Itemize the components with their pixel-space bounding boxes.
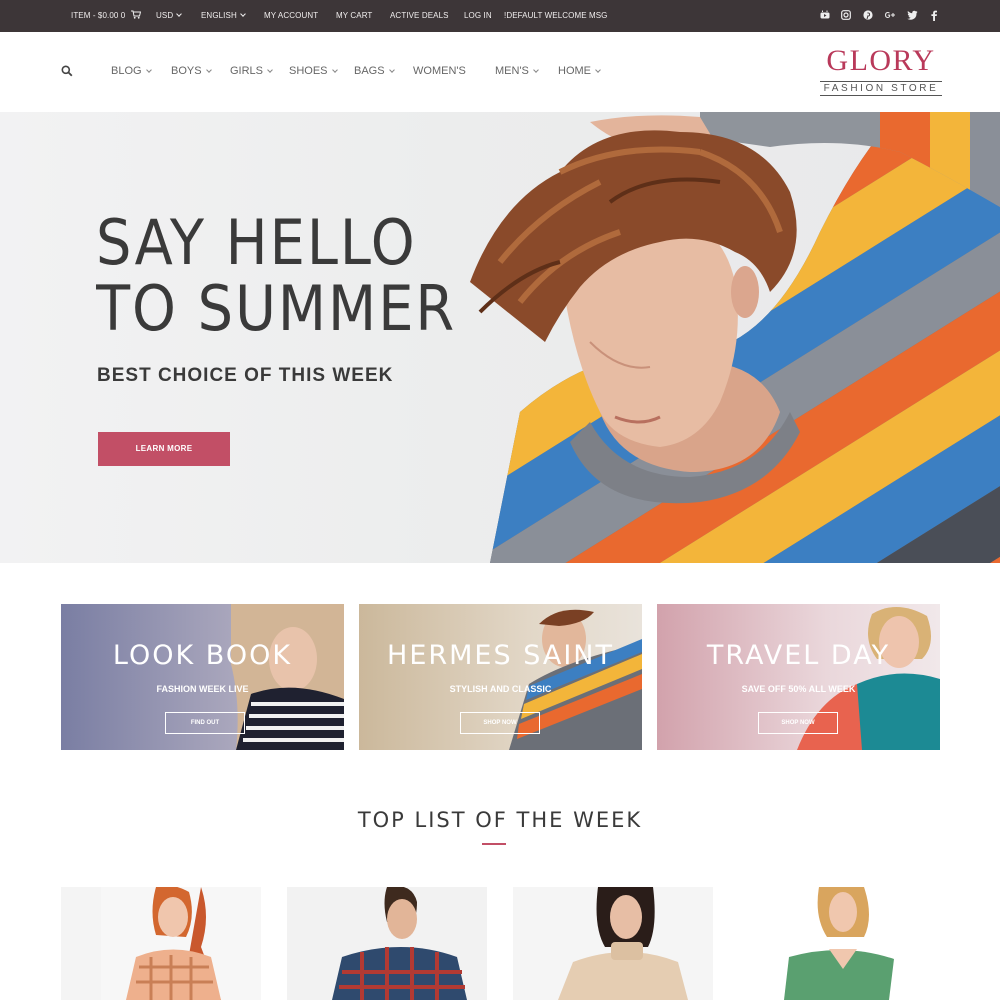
logo-title: GLORY: [826, 44, 936, 77]
hero-title-line-2: TO SUMMER: [96, 272, 457, 342]
currency-label: USD: [156, 11, 174, 20]
welcome-message: !DEFAULT WELCOME MSG: [504, 11, 608, 20]
nav-item-label: BLOG: [111, 65, 142, 77]
hero-title: SAY HELLO TO SUMMER: [96, 210, 516, 342]
nav-item-label: HOME: [558, 65, 591, 77]
nav-item-label: WOMEN'S: [413, 65, 466, 77]
promo-banner-look-book[interactable]: LOOK BOOK FASHION WEEK LIVE FIND OUT: [61, 604, 344, 750]
product-image: [101, 887, 261, 1000]
chevron-down-icon: [145, 67, 152, 73]
promo-banner-hermes-saint[interactable]: HERMES SAINT STYLISH AND CLASSIC SHOP NO…: [359, 604, 642, 750]
hero-subtitle: BEST CHOICE OF THIS WEEK: [97, 365, 394, 386]
product-image: [287, 887, 487, 1000]
product-image: [513, 887, 713, 1000]
login-link[interactable]: LOG IN: [464, 0, 492, 32]
product-card[interactable]: [287, 887, 487, 1000]
facebook-icon[interactable]: [927, 8, 941, 22]
language-label: ENGLISH: [201, 11, 237, 20]
nav-item-bags[interactable]: BAGS: [354, 62, 395, 80]
my-account-link[interactable]: MY ACCOUNT: [264, 0, 318, 32]
promo-banner-travel-day[interactable]: TRAVEL DAY SAVE OFF 50% ALL WEEK SHOP NO…: [657, 604, 940, 750]
banner-subtitle: FASHION WEEK LIVE: [156, 684, 249, 694]
nav-item-label: MEN'S: [495, 65, 529, 77]
banner-title: HERMES SAINT: [387, 640, 614, 671]
product-card[interactable]: [739, 887, 939, 1000]
nav-item-shoes[interactable]: SHOES: [289, 62, 338, 80]
logo-subtitle: FASHION STORE: [820, 81, 942, 96]
pinterest-icon[interactable]: [861, 8, 875, 22]
nav-item-girls[interactable]: GIRLS: [230, 62, 273, 80]
my-cart-link[interactable]: MY CART: [336, 0, 372, 32]
language-select[interactable]: ENGLISH: [201, 0, 246, 32]
cart-summary-label: ITEM - $0.00 0: [71, 11, 126, 20]
youtube-icon[interactable]: [818, 8, 832, 22]
nav-item-label: BOYS: [171, 65, 202, 77]
twitter-icon[interactable]: [905, 8, 919, 22]
banner-subtitle: STYLISH AND CLASSIC: [449, 684, 552, 694]
google-plus-icon[interactable]: [883, 8, 897, 22]
store-logo[interactable]: GLORY FASHION STORE: [820, 44, 942, 98]
main-header: BLOG BOYS GIRLS SHOES BAGS WOMEN'S MEN'S…: [0, 32, 1000, 112]
nav-item-mens[interactable]: MEN'S: [495, 62, 539, 80]
learn-more-button[interactable]: LEARN MORE: [98, 432, 230, 466]
active-deals-link[interactable]: ACTIVE DEALS: [390, 0, 449, 32]
hero-title-line-1: SAY HELLO: [96, 210, 417, 279]
nav-item-womens[interactable]: WOMEN'S: [413, 62, 466, 80]
chevron-down-icon: [239, 11, 246, 17]
chevron-down-icon: [533, 67, 539, 73]
currency-select[interactable]: USD: [156, 0, 183, 32]
section-divider: [482, 843, 506, 845]
product-image: [739, 887, 939, 1000]
hero-slider: SAY HELLO TO SUMMER BEST CHOICE OF THIS …: [0, 112, 1000, 563]
product-card[interactable]: [513, 887, 713, 1000]
cart-icon: [130, 10, 141, 19]
nav-item-label: SHOES: [289, 65, 328, 77]
instagram-icon[interactable]: [839, 8, 853, 22]
nav-item-boys[interactable]: BOYS: [171, 62, 212, 80]
nav-item-blog[interactable]: BLOG: [111, 62, 152, 80]
search-icon[interactable]: [61, 64, 75, 78]
chevron-down-icon: [176, 11, 183, 17]
chevron-down-icon: [595, 67, 601, 73]
chevron-down-icon: [331, 67, 338, 73]
product-card[interactable]: [61, 887, 261, 1000]
banner-title: LOOK BOOK: [112, 640, 293, 671]
banner-title: TRAVEL DAY: [706, 640, 891, 671]
banner-subtitle: SAVE OFF 50% ALL WEEK: [741, 684, 856, 694]
find-out-button[interactable]: FIND OUT: [165, 712, 245, 734]
cart-summary[interactable]: ITEM - $0.00 0: [71, 0, 141, 32]
chevron-down-icon: [205, 67, 212, 73]
shop-now-button[interactable]: SHOP NOW: [758, 712, 838, 734]
nav-item-home[interactable]: HOME: [558, 62, 601, 80]
chevron-down-icon: [267, 67, 273, 73]
nav-item-label: GIRLS: [230, 65, 264, 77]
nav-item-label: BAGS: [354, 65, 385, 77]
shop-now-button[interactable]: SHOP NOW: [460, 712, 540, 734]
top-bar: ITEM - $0.00 0 USD ENGLISH MY ACCOUNT MY…: [0, 0, 1000, 32]
chevron-down-icon: [388, 67, 395, 73]
section-title: TOP LIST OF THE WEEK: [357, 808, 643, 832]
